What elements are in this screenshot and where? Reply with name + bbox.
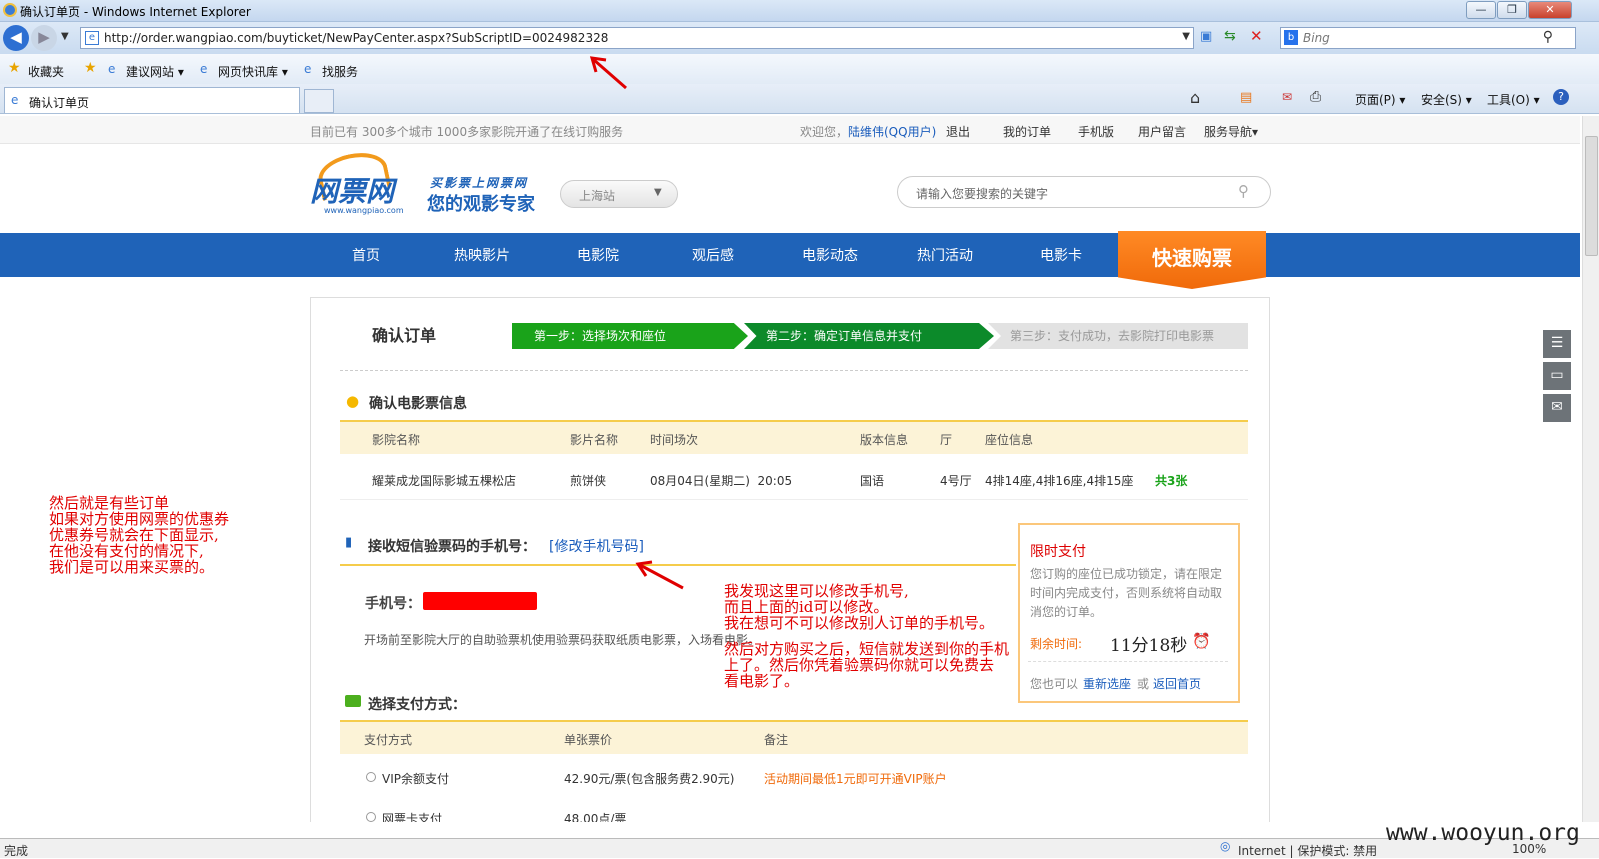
annotation-arrow-modify <box>635 560 684 590</box>
menu-icon[interactable]: ☰ <box>1543 330 1571 358</box>
watermark: www.wooyun.org <box>1386 820 1580 846</box>
url-annotation-arrow <box>589 56 627 90</box>
web-page: 目前已有 300多个城市 1000多家影院开通了在线订购服务 欢迎您， 陆维伟(… <box>0 116 1580 822</box>
security-zone[interactable]: Internet | 保护模式: 禁用 <box>1238 842 1377 859</box>
mail-icon[interactable]: ✉ <box>1543 394 1571 422</box>
status-bar: 完成 ◎ Internet | 保护模式: 禁用 100% <box>0 838 1599 858</box>
vertical-scrollbar[interactable] <box>1582 116 1599 822</box>
chat-icon[interactable]: ▭ <box>1543 362 1571 390</box>
scrollbar-thumb[interactable] <box>1585 136 1598 256</box>
annotation-arrows <box>635 560 684 590</box>
status-text: 完成 <box>4 844 29 858</box>
globe-icon: ◎ <box>1220 839 1231 853</box>
